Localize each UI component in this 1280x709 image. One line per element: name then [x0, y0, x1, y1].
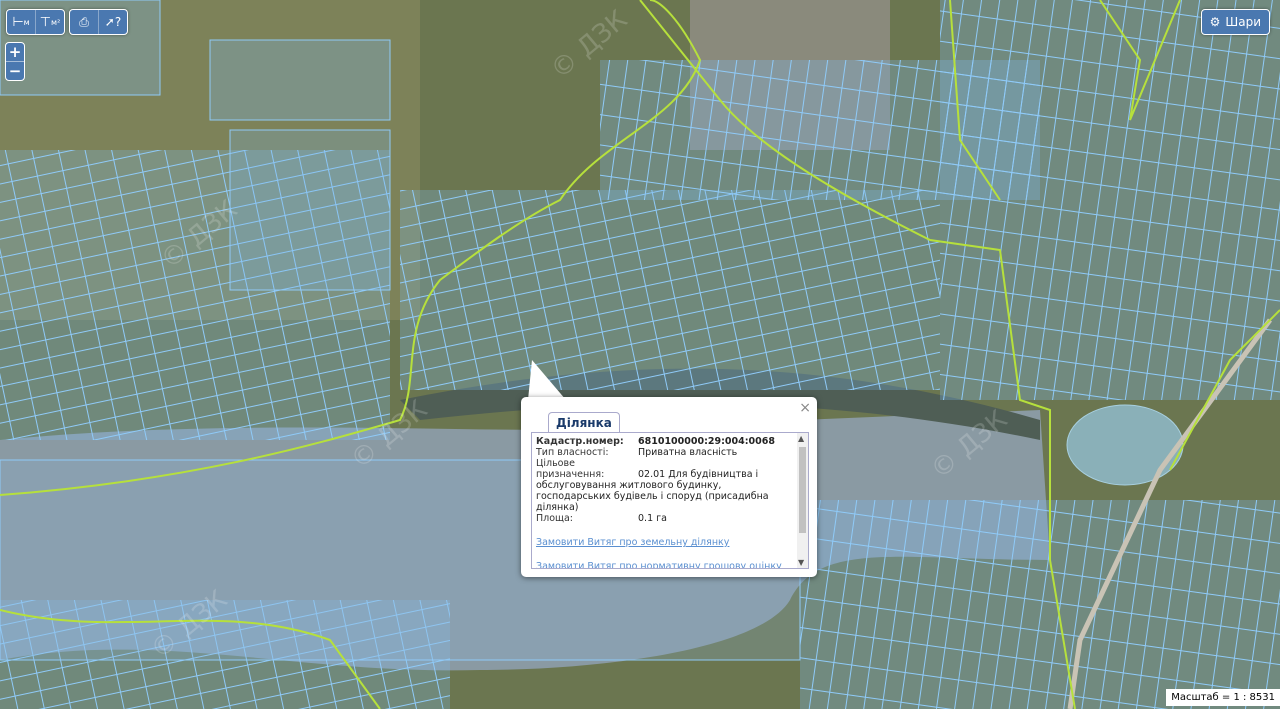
gear-icon: ⚙: [1209, 15, 1221, 29]
measure-distance-label: м: [23, 17, 30, 27]
parcel-popup: × Ділянка Кадастр.номер: 6810100000:29:0…: [521, 397, 817, 577]
map-toolbar: ⊢ м ⊤ м² ⎙ ➚?: [6, 9, 128, 35]
popup-content[interactable]: Кадастр.номер: 6810100000:29:004:0068 Ти…: [531, 432, 809, 569]
measure-area-icon: ⊤: [39, 14, 52, 30]
measure-area-label: м²: [51, 17, 61, 27]
tab-parcel[interactable]: Ділянка: [548, 412, 620, 433]
scroll-down-icon[interactable]: ▼: [798, 558, 804, 567]
scroll-up-icon[interactable]: ▲: [798, 434, 804, 443]
identify-button[interactable]: ➚?: [99, 10, 127, 34]
field-cadastral: Кадастр.номер: 6810100000:29:004:0068: [536, 436, 794, 447]
measure-distance-icon: ⊢: [12, 14, 24, 30]
field-value: Приватна власність: [638, 447, 738, 458]
field-purpose: Цільове призначення: 02.01 Для будівництв…: [536, 458, 794, 513]
measure-tools: ⊢ м ⊤ м²: [6, 9, 65, 35]
measure-area-button[interactable]: ⊤ м²: [36, 10, 64, 34]
map-canvas[interactable]: © ДЗК © ДЗК © ДЗК © ДЗК © ДЗК: [0, 0, 1280, 709]
parcel-large-n: [209, 39, 391, 121]
pond: [1066, 404, 1184, 486]
measure-distance-button[interactable]: ⊢ м: [7, 10, 36, 34]
field-label: Тип власності:: [536, 447, 609, 458]
print-icon: ⎙: [79, 14, 89, 29]
field-label: Цільове призначення:: [536, 458, 605, 480]
parcels-southeast: [800, 500, 1280, 709]
scroll-thumb[interactable]: [799, 447, 806, 533]
zoom-control: + −: [5, 42, 25, 81]
order-extract-link[interactable]: Замовити Витяг про земельну ділянку: [536, 537, 794, 548]
info-cursor-icon: ➚?: [104, 15, 122, 29]
layers-label: Шари: [1225, 15, 1261, 29]
cadastral-number: 6810100000:29:004:0068: [638, 436, 775, 447]
parcels-east: [940, 0, 1280, 400]
field-label: Кадастр.номер:: [536, 436, 624, 447]
parcels-central: [400, 190, 940, 390]
field-ownership: Тип власності: Приватна власність: [536, 447, 794, 458]
field-label: Площа:: [536, 513, 573, 524]
zoom-in-button[interactable]: +: [6, 43, 24, 61]
order-valuation-link[interactable]: Замовити Витяг про нормативну грошову оц…: [536, 561, 794, 568]
popup-scrollbar[interactable]: ▲ ▼: [797, 433, 808, 568]
parcel-large-center: [229, 129, 391, 291]
layers-button[interactable]: ⚙ Шари: [1200, 9, 1270, 35]
scale-indicator: Масштаб = 1 : 8531: [1166, 689, 1280, 706]
print-button[interactable]: ⎙: [70, 10, 99, 34]
zoom-out-button[interactable]: −: [6, 61, 24, 80]
close-icon[interactable]: ×: [799, 400, 811, 416]
field-area: Площа: 0.1 га: [536, 513, 794, 524]
popup-pointer: [528, 360, 566, 400]
field-value: 0.1 га: [638, 513, 667, 524]
util-tools: ⎙ ➚?: [69, 9, 128, 35]
